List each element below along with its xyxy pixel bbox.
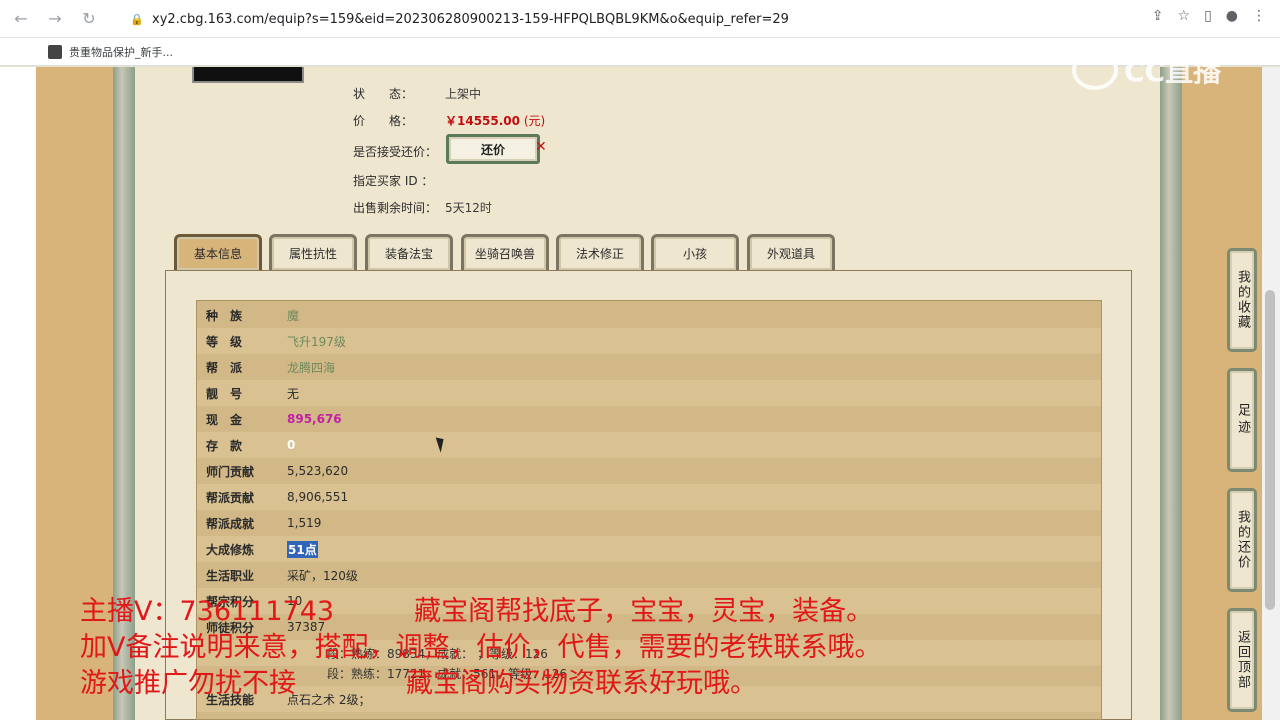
bookmark-icon [48, 44, 62, 59]
counter-offer-button[interactable]: 还价 [446, 134, 540, 164]
overlay-note: 加V备注说明来意，搭配，调整，估价，代售，需要的老铁联系哦。 [80, 632, 882, 663]
buyer-row: 指定买家 ID ： [353, 172, 445, 189]
overlay-contact: 主播V：736111743 [80, 596, 335, 627]
tab-spells[interactable]: 法术修正 [556, 234, 644, 270]
row-value: 5,523,620 [287, 464, 349, 478]
history-label: 足迹 [1235, 403, 1250, 437]
my-counter-offers-button[interactable]: 我的还价 [1227, 488, 1257, 592]
bookmark-item[interactable]: 贵重物品保护_新手... [69, 44, 173, 60]
row-value: 飞升197级 [287, 334, 346, 349]
table-row: 生活职业 采矿，120级 [197, 562, 1101, 588]
row-label: 帮派成就 [206, 516, 255, 531]
row-value: 51点 [287, 540, 318, 558]
row-value: 魔 [287, 308, 300, 323]
remaining-label: 出售剩余时间： [353, 201, 438, 215]
my-counter-offers-label: 我的还价 [1235, 510, 1250, 570]
overlay-line-2: 加V备注说明来意，搭配，调整，估价，代售，需要的老铁联系哦。 [80, 632, 881, 664]
browser-toolbar: ← → ↻ 🔒 xy2.cbg.163.com/equip?s=159&eid=… [0, 0, 1280, 38]
row-label: 帮派贡献 [206, 490, 255, 505]
table-row: 现 金 895,676 [197, 406, 1101, 432]
row-label: 存 款 [206, 438, 243, 453]
history-button[interactable]: 足迹 [1227, 368, 1257, 472]
sidepanel-icon[interactable]: ▯ [1204, 8, 1212, 24]
share-icon[interactable]: ⇪ [1152, 8, 1164, 24]
url-text: xy2.cbg.163.com/equip?s=159&eid=20230628… [152, 11, 789, 27]
table-row: 靓 号无 [197, 380, 1101, 406]
favorites-label: 我的收藏 [1235, 270, 1250, 330]
price-label: 价 格： [353, 114, 414, 128]
overlay-services: 藏宝阁帮找底子，宝宝，灵宝，装备。 [414, 596, 874, 627]
favorites-button[interactable]: 我的收藏 [1227, 248, 1257, 352]
cc-watermark: CC直播 [1072, 50, 1221, 90]
lock-icon: 🔒 [130, 12, 144, 26]
table-row: 种 族魔 [197, 302, 1101, 328]
price-value: ￥14555.00 [445, 114, 521, 128]
scrollbar-thumb[interactable] [1265, 290, 1275, 610]
row-value: 8,906,551 [287, 490, 349, 504]
overlay-line-1: 主播V：736111743 藏宝阁帮找底子，宝宝，灵宝，装备。 [80, 596, 873, 628]
counter-offer-label: 是否接受还价： [353, 145, 438, 159]
overlay-line-3: 游戏推广勿扰不接 藏宝阁购买物资联系好玩哦。 [80, 668, 757, 700]
row-value: 龙腾四海 [287, 360, 336, 375]
address-bar[interactable]: 🔒 xy2.cbg.163.com/equip?s=159&eid=202306… [130, 5, 1180, 33]
row-value: 无 [287, 386, 300, 401]
price-row: 价 格： ￥14555.00 (元) [353, 112, 545, 129]
table-row: 师门贡献 5,523,620 [197, 458, 1101, 484]
row-value: 895,676 [287, 412, 342, 426]
page-right-border [1160, 67, 1182, 720]
forward-icon[interactable]: → [42, 6, 68, 32]
remaining-value: 5天12时 [445, 201, 492, 215]
back-to-top-button[interactable]: 返回顶部 [1227, 608, 1257, 712]
cc-logo-icon [1072, 50, 1118, 90]
tab-basic-info[interactable]: 基本信息 [174, 234, 262, 270]
table-row: 大成修炼 51点 [197, 536, 1101, 562]
row-label: 等 级 [206, 334, 243, 349]
row-label: 帮 派 [206, 360, 243, 375]
table-row: 帮派成就 1,519 [197, 510, 1101, 536]
row-label: 师门贡献 [206, 464, 255, 479]
row-label: 种 族 [206, 308, 243, 323]
row-label: 生活职业 [206, 568, 255, 583]
row-label: 大成修炼 [206, 542, 255, 557]
row-value: 1,519 [287, 516, 322, 530]
back-icon[interactable]: ← [8, 6, 34, 32]
menu-icon[interactable]: ⋮ [1252, 8, 1266, 24]
price-unit: (元) [523, 114, 546, 128]
tab-children[interactable]: 小孩 [651, 234, 739, 270]
profile-icon[interactable]: ● [1226, 8, 1238, 24]
row-label: 现 金 [206, 412, 243, 427]
counter-offer-row: 是否接受还价： [353, 143, 445, 160]
tab-mounts[interactable]: 坐骑召唤兽 [461, 234, 549, 270]
status-row: 状 态： 上架中 [353, 85, 481, 102]
browser-actions: ⇪ ☆ ▯ ● ⋮ [1152, 8, 1266, 24]
row-value: 0 [287, 438, 296, 452]
star-icon[interactable]: ☆ [1178, 8, 1191, 24]
close-icon[interactable]: ✕ [535, 139, 547, 155]
watermark-text: CC直播 [1124, 55, 1222, 88]
overlay-no-ads: 游戏推广勿扰不接 [80, 668, 296, 699]
overlay-purchase: 藏宝阁购买物资联系好玩哦。 [406, 668, 757, 699]
tab-attributes[interactable]: 属性抗性 [269, 234, 357, 270]
tab-equipment[interactable]: 装备法宝 [365, 234, 453, 270]
table-row: 存 款 0 [197, 432, 1101, 458]
row-label: 靓 号 [206, 386, 243, 401]
table-row: 帮派贡献 8,906,551 [197, 484, 1101, 510]
buyer-label: 指定买家 ID ： [353, 174, 434, 188]
page-left-gutter [0, 67, 36, 720]
status-label: 状 态： [353, 87, 414, 101]
reload-icon[interactable]: ↻ [76, 6, 102, 32]
back-to-top-label: 返回顶部 [1235, 630, 1250, 690]
table-row: 帮 派 龙腾四海 [197, 354, 1101, 380]
table-row: 等 级 飞升197级 [197, 328, 1101, 354]
tab-appearance[interactable]: 外观道具 [747, 234, 835, 270]
item-thumbnail [192, 67, 304, 83]
row-value: 采矿，120级 [287, 568, 358, 583]
status-value: 上架中 [445, 87, 482, 101]
remaining-row: 出售剩余时间： 5天12时 [353, 199, 492, 216]
